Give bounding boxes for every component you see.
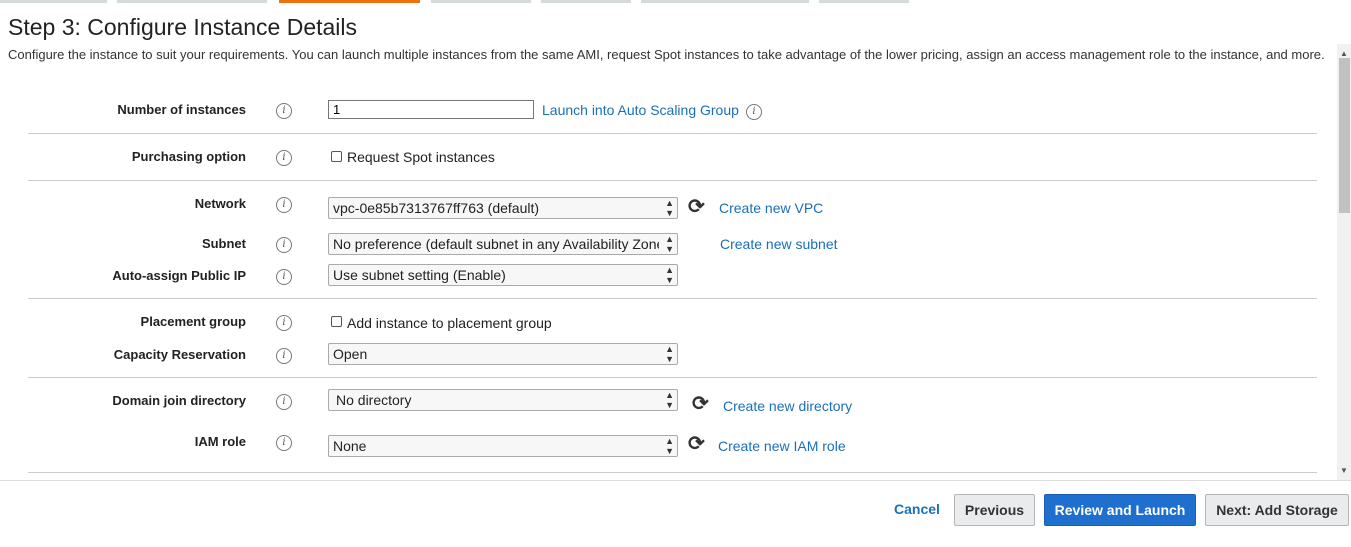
scroll-down-icon[interactable]: ▼ — [1340, 466, 1348, 475]
select-caret-icon: ▲ ▼ — [665, 265, 674, 285]
label-purchasing-option: Purchasing option — [131, 149, 246, 164]
info-icon[interactable]: i — [276, 269, 292, 285]
page-description: Configure the instance to suit your requ… — [8, 47, 1325, 62]
info-icon[interactable]: i — [746, 104, 762, 120]
next-add-storage-button[interactable]: Next: Add Storage — [1205, 494, 1349, 526]
review-and-launch-button[interactable]: Review and Launch — [1044, 494, 1196, 526]
request-spot-label[interactable]: Request Spot instances — [347, 149, 495, 165]
capacity-reservation-select[interactable]: Open ▲ ▼ — [328, 343, 678, 365]
previous-button[interactable]: Previous — [954, 494, 1035, 526]
select-caret-icon: ▲ ▼ — [665, 234, 674, 254]
wizard-step-tab[interactable] — [431, 0, 531, 3]
placement-group-label[interactable]: Add instance to placement group — [347, 315, 552, 331]
cancel-button[interactable]: Cancel — [886, 494, 948, 526]
auto-assign-ip-select[interactable]: Use subnet setting (Enable) ▲ ▼ — [328, 264, 678, 286]
info-icon[interactable]: i — [276, 315, 292, 331]
iam-role-select[interactable]: None ▲ ▼ — [328, 435, 678, 457]
label-auto-assign-ip: Auto-assign Public IP — [112, 268, 246, 283]
info-icon[interactable]: i — [276, 394, 292, 410]
label-iam-role: IAM role — [194, 434, 246, 449]
label-subnet: Subnet — [201, 236, 246, 251]
page-title: Step 3: Configure Instance Details — [8, 14, 358, 40]
divider — [28, 298, 1317, 299]
divider — [28, 133, 1317, 134]
label-capacity-reservation: Capacity Reservation — [113, 347, 246, 362]
divider — [28, 180, 1317, 181]
create-new-vpc-link[interactable]: Create new VPC — [719, 200, 823, 216]
create-new-subnet-link[interactable]: Create new subnet — [720, 236, 838, 252]
label-domain-join: Domain join directory — [112, 393, 246, 408]
auto-assign-ip-select-value: Use subnet setting (Enable) — [333, 267, 506, 283]
wizard-step-tab[interactable] — [641, 0, 809, 3]
divider — [28, 472, 1317, 473]
wizard-steps — [0, 0, 1351, 3]
divider — [28, 377, 1317, 378]
select-caret-icon: ▲ ▼ — [665, 344, 674, 364]
info-icon[interactable]: i — [276, 435, 292, 451]
wizard-footer: Cancel Previous Review and Launch Next: … — [0, 480, 1351, 547]
domain-join-select[interactable]: No directory ▲ ▼ — [328, 389, 678, 411]
scrollbar-thumb[interactable] — [1339, 58, 1350, 213]
label-number-of-instances: Number of instances — [117, 102, 246, 117]
subnet-select-value: No preference (default subnet in any Ava… — [333, 236, 659, 252]
network-select-value: vpc-0e85b7313767ff763 (default) — [333, 200, 540, 216]
iam-role-select-value: None — [333, 438, 367, 454]
domain-join-select-value: No directory — [336, 392, 412, 408]
placement-group-checkbox[interactable] — [331, 316, 342, 327]
create-new-directory-link[interactable]: Create new directory — [723, 398, 852, 414]
select-caret-icon: ▲ ▼ — [665, 390, 674, 410]
info-icon[interactable]: i — [276, 237, 292, 253]
refresh-icon[interactable]: ⟳ — [692, 394, 709, 414]
wizard-step-tab[interactable] — [0, 0, 107, 3]
info-icon[interactable]: i — [276, 197, 292, 213]
refresh-icon[interactable]: ⟳ — [688, 197, 705, 217]
select-caret-icon: ▲ ▼ — [665, 198, 674, 218]
number-of-instances-input[interactable] — [328, 100, 534, 119]
subnet-select[interactable]: No preference (default subnet in any Ava… — [328, 233, 678, 255]
select-caret-icon: ▲ ▼ — [665, 436, 674, 456]
wizard-step-tab-active[interactable] — [279, 0, 420, 3]
info-icon[interactable]: i — [276, 103, 292, 119]
info-icon[interactable]: i — [276, 150, 292, 166]
scroll-up-icon[interactable]: ▲ — [1340, 49, 1348, 58]
network-select[interactable]: vpc-0e85b7313767ff763 (default) ▲ ▼ — [328, 197, 678, 219]
wizard-step-tab[interactable] — [117, 0, 267, 3]
launch-auto-scaling-link[interactable]: Launch into Auto Scaling Group — [542, 102, 739, 118]
request-spot-checkbox[interactable] — [331, 151, 342, 162]
create-new-iam-role-link[interactable]: Create new IAM role — [718, 438, 846, 454]
form-content: Number of instances i Launch into Auto S… — [0, 94, 1336, 480]
wizard-step-tab[interactable] — [541, 0, 631, 3]
refresh-icon[interactable]: ⟳ — [688, 434, 705, 454]
wizard-step-tab[interactable] — [819, 0, 909, 3]
label-network: Network — [194, 196, 246, 211]
capacity-reservation-select-value: Open — [333, 346, 368, 362]
info-icon[interactable]: i — [276, 348, 292, 364]
label-placement-group: Placement group — [140, 314, 246, 329]
